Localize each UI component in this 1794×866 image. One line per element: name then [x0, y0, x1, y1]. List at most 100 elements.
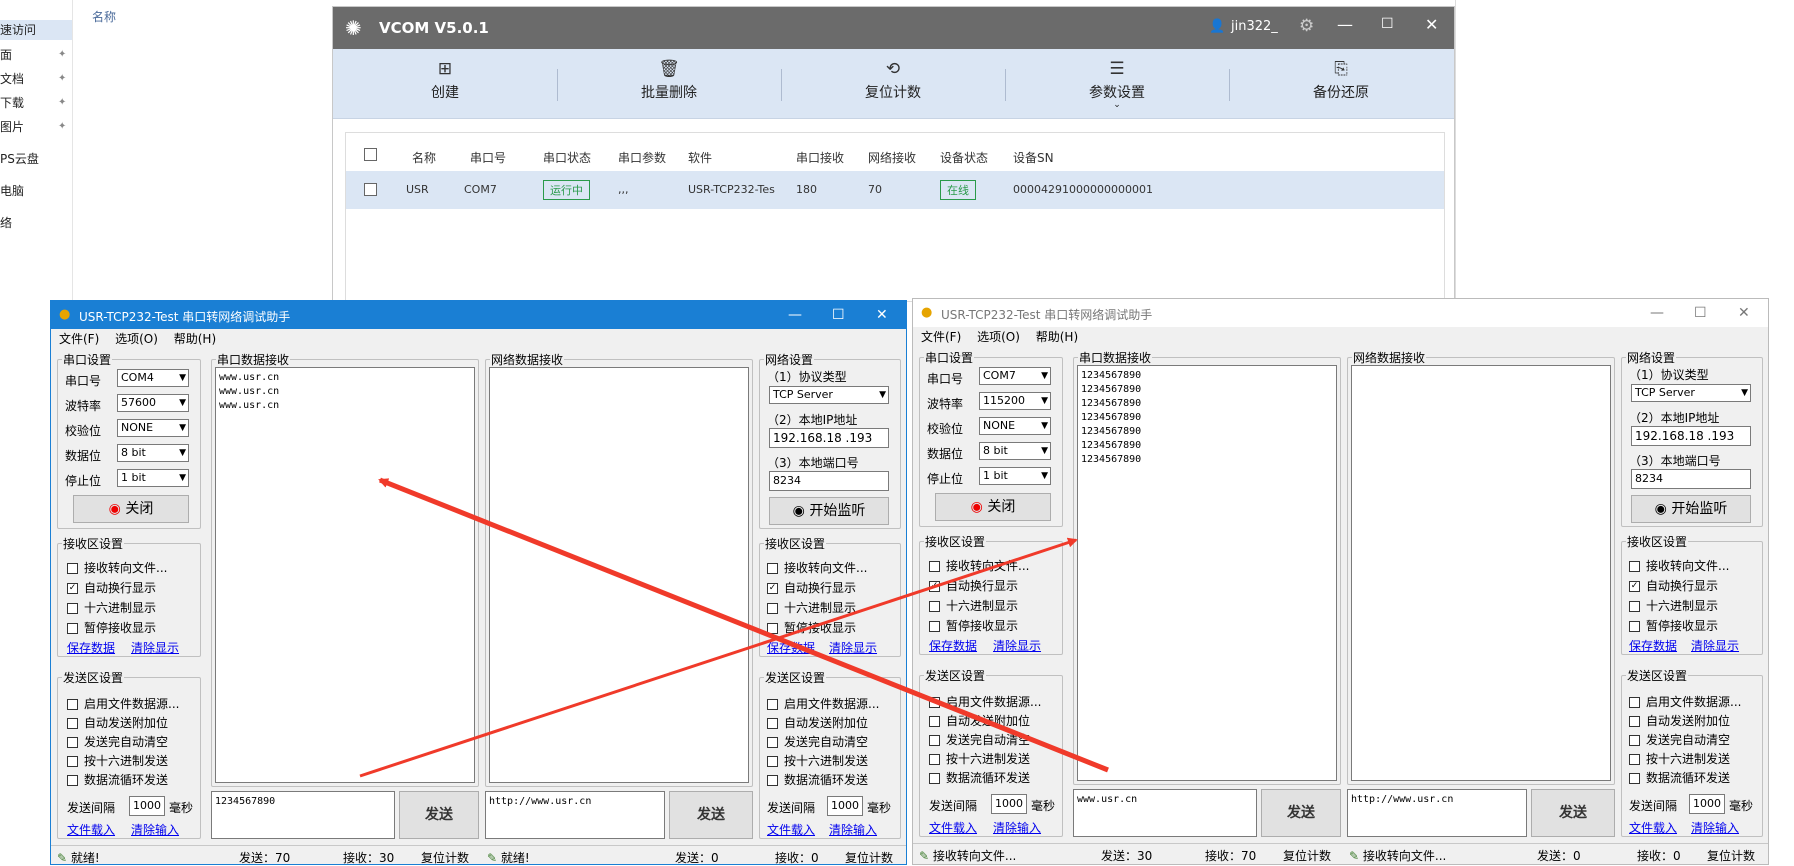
menu-options[interactable]: 选项(O) — [977, 330, 1020, 344]
rx-option-checkbox[interactable]: 接收转向文件... — [67, 559, 167, 576]
maximize-icon[interactable]: ☐ — [1694, 305, 1707, 321]
net-tx-option-checkbox[interactable]: 启用文件数据源... — [767, 695, 879, 712]
tx-option-checkbox[interactable]: 发送完自动清空 — [929, 731, 1030, 748]
serial-send-button[interactable]: 发送 — [1261, 789, 1341, 837]
param-settings-button[interactable]: ☰ 参数设置 ⌄ — [1057, 59, 1177, 110]
net-rx-option-checkbox[interactable]: 接收转向文件... — [1629, 557, 1729, 574]
net-clear-input-link[interactable]: 清除输入 — [829, 821, 877, 838]
menu-options[interactable]: 选项(O) — [115, 332, 158, 346]
serial-send-button[interactable]: 发送 — [399, 791, 479, 839]
reset-count-link[interactable]: 复位计数 — [1283, 847, 1331, 864]
net-rx-option-checkbox[interactable]: 暂停接收显示 — [1629, 617, 1718, 634]
tx-option-checkbox[interactable]: 启用文件数据源... — [929, 693, 1041, 710]
start-listen-button[interactable]: ◉ 开始监听 — [1631, 495, 1751, 523]
close-icon[interactable]: ✕ — [1738, 305, 1750, 321]
rx-option-checkbox[interactable]: 暂停接收显示 — [929, 617, 1018, 634]
net-rx-option-checkbox[interactable]: 接收转向文件... — [767, 559, 867, 576]
protocol-select[interactable]: TCP Server ▼ — [1631, 384, 1751, 402]
minimize-icon[interactable]: — — [1650, 305, 1664, 321]
net-tx-option-checkbox[interactable]: 启用文件数据源... — [1629, 693, 1741, 710]
save-data-link[interactable]: 保存数据 — [67, 639, 115, 656]
net-interval-input[interactable]: 1000 — [1689, 794, 1725, 814]
local-port-input[interactable]: 8234 — [1631, 469, 1751, 489]
net-rx-option-checkbox[interactable]: ✓ 自动换行显示 — [767, 579, 856, 596]
sidebar-item-pictures[interactable]: 图片 — [0, 118, 24, 135]
net-tx-option-checkbox[interactable]: 发送完自动清空 — [767, 733, 868, 750]
net-rx-option-checkbox[interactable]: 暂停接收显示 — [767, 619, 856, 636]
save-data-link[interactable]: 保存数据 — [929, 637, 977, 654]
reset-count-link[interactable]: 复位计数 — [421, 849, 469, 866]
maximize-icon[interactable]: ☐ — [1381, 16, 1394, 32]
sidebar-item-quick-access[interactable]: 速访问 — [0, 20, 72, 40]
gear-icon[interactable]: ⚙ — [1299, 16, 1314, 36]
rx-option-checkbox[interactable]: ✓ 自动换行显示 — [67, 579, 156, 596]
net-rx-textarea[interactable] — [1351, 365, 1611, 781]
clear-input-link[interactable]: 清除输入 — [131, 821, 179, 838]
user-name[interactable]: jin322_ — [1231, 19, 1278, 34]
sidebar-item-downloads[interactable]: 下载 — [0, 94, 24, 111]
menu-file[interactable]: 文件(F) — [921, 330, 961, 344]
load-file-link[interactable]: 文件载入 — [67, 821, 115, 838]
net-load-file-link[interactable]: 文件载入 — [1629, 819, 1677, 836]
open-close-button[interactable]: ◉ 关闭 — [73, 495, 189, 523]
menu-file[interactable]: 文件(F) — [59, 332, 99, 346]
interval-input[interactable]: 1000 — [129, 796, 165, 816]
net-tx-option-checkbox[interactable]: 发送完自动清空 — [1629, 731, 1730, 748]
reset-count-link-2[interactable]: 复位计数 — [845, 849, 893, 866]
data-bits-select[interactable]: 8 bit ▼ — [117, 444, 189, 462]
reset-count-button[interactable]: ⟲ 复位计数 — [833, 59, 953, 102]
local-ip-input[interactable]: 192.168.18 .193 — [769, 428, 889, 448]
rx-option-checkbox[interactable]: 接收转向文件... — [929, 557, 1029, 574]
net-save-data-link[interactable]: 保存数据 — [1629, 637, 1677, 654]
sidebar-item-this-pc[interactable]: 电脑 — [0, 182, 24, 199]
sidebar-item-wps-cloud[interactable]: PS云盘 — [0, 150, 39, 167]
baud-select[interactable]: 57600 ▼ — [117, 394, 189, 412]
rx-option-checkbox[interactable]: 暂停接收显示 — [67, 619, 156, 636]
net-rx-option-checkbox[interactable]: 十六进制显示 — [767, 599, 856, 616]
row-checkbox[interactable] — [364, 183, 377, 199]
serial-tx-input[interactable]: www.usr.cn — [1073, 789, 1257, 837]
tx-option-checkbox[interactable]: 发送完自动清空 — [67, 733, 168, 750]
net-tx-option-checkbox[interactable]: 数据流循环发送 — [767, 771, 868, 788]
open-close-button[interactable]: ◉ 关闭 — [935, 493, 1051, 521]
tx-option-checkbox[interactable]: 按十六进制发送 — [67, 752, 168, 769]
net-tx-option-checkbox[interactable]: 自动发送附加位 — [767, 714, 868, 731]
local-port-input[interactable]: 8234 — [769, 471, 889, 491]
net-tx-option-checkbox[interactable]: 自动发送附加位 — [1629, 712, 1730, 729]
parity-select[interactable]: NONE ▼ — [979, 417, 1051, 435]
local-ip-input[interactable]: 192.168.18 .193 — [1631, 426, 1751, 446]
net-load-file-link[interactable]: 文件载入 — [767, 821, 815, 838]
net-tx-input[interactable]: http://www.usr.cn — [1347, 789, 1527, 837]
menu-help[interactable]: 帮助(H) — [1036, 330, 1078, 344]
tx-option-checkbox[interactable]: 数据流循环发送 — [67, 771, 168, 788]
port-select[interactable]: COM4 ▼ — [117, 369, 189, 387]
sidebar-item-desktop[interactable]: 面 — [0, 46, 12, 63]
net-rx-option-checkbox[interactable]: ✓ 自动换行显示 — [1629, 577, 1718, 594]
net-tx-option-checkbox[interactable]: 按十六进制发送 — [1629, 750, 1730, 767]
protocol-select[interactable]: TCP Server ▼ — [769, 386, 889, 404]
load-file-link[interactable]: 文件载入 — [929, 819, 977, 836]
net-save-data-link[interactable]: 保存数据 — [767, 639, 815, 656]
tx-option-checkbox[interactable]: 按十六进制发送 — [929, 750, 1030, 767]
batch-delete-button[interactable]: 🗑 批量删除 — [609, 59, 729, 102]
baud-select[interactable]: 115200 ▼ — [979, 392, 1051, 410]
clear-display-link[interactable]: 清除显示 — [993, 637, 1041, 654]
net-rx-option-checkbox[interactable]: 十六进制显示 — [1629, 597, 1718, 614]
data-bits-select[interactable]: 8 bit ▼ — [979, 442, 1051, 460]
net-rx-textarea[interactable] — [489, 367, 749, 783]
clear-input-link[interactable]: 清除输入 — [993, 819, 1041, 836]
clear-display-link[interactable]: 清除显示 — [131, 639, 179, 656]
net-clear-input-link[interactable]: 清除输入 — [1691, 819, 1739, 836]
net-tx-option-checkbox[interactable]: 按十六进制发送 — [767, 752, 868, 769]
minimize-icon[interactable]: — — [788, 307, 802, 323]
net-tx-input[interactable]: http://www.usr.cn — [485, 791, 665, 839]
net-send-button[interactable]: 发送 — [1531, 789, 1615, 837]
rx-option-checkbox[interactable]: ✓ 自动换行显示 — [929, 577, 1018, 594]
net-clear-display-link[interactable]: 清除显示 — [829, 639, 877, 656]
tx-option-checkbox[interactable]: 启用文件数据源... — [67, 695, 179, 712]
rx-option-checkbox[interactable]: 十六进制显示 — [67, 599, 156, 616]
sidebar-item-network[interactable]: 络 — [0, 214, 12, 231]
maximize-icon[interactable]: ☐ — [832, 307, 845, 323]
sidebar-item-documents[interactable]: 文档 — [0, 70, 24, 87]
stop-bits-select[interactable]: 1 bit ▼ — [979, 467, 1051, 485]
